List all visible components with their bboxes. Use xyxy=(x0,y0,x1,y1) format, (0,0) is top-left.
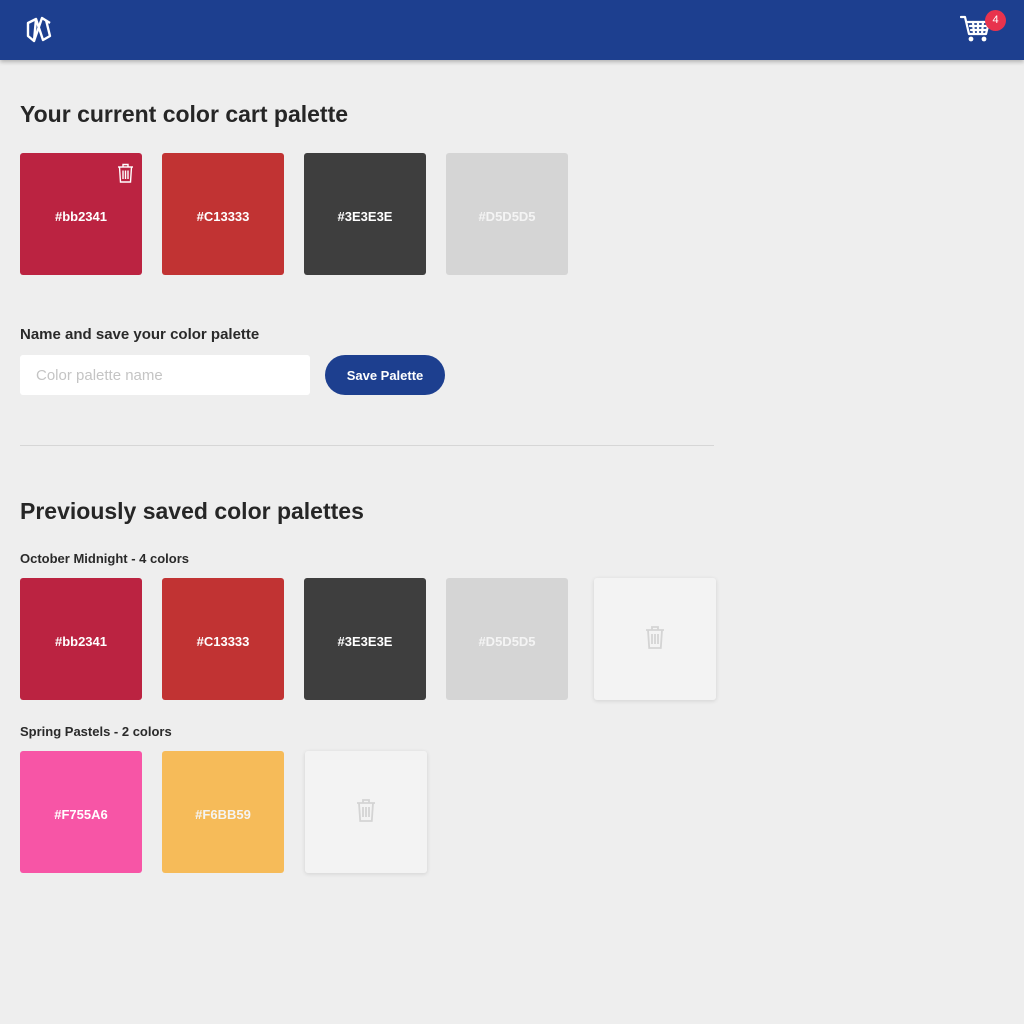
trash-icon[interactable] xyxy=(117,163,134,183)
swatch-hex-label: #D5D5D5 xyxy=(478,633,536,649)
color-swatch[interactable]: #3E3E3E xyxy=(304,578,426,700)
section-divider xyxy=(20,445,714,446)
delete-palette-button[interactable] xyxy=(594,578,716,700)
color-swatch[interactable]: #D5D5D5 xyxy=(446,578,568,700)
saved-palettes-heading: Previously saved color palettes xyxy=(20,498,364,524)
top-navigation-bar: 4 xyxy=(0,0,1024,60)
trash-icon xyxy=(645,625,665,654)
save-palette-label: Name and save your color palette xyxy=(20,326,260,343)
color-swatch[interactable]: #C13333 xyxy=(162,153,284,275)
color-swatch[interactable]: #F6BB59 xyxy=(162,751,284,873)
saved-palette-title: Spring Pastels - 2 colors xyxy=(20,724,172,739)
swatch-hex-label: #C13333 xyxy=(196,208,250,224)
color-swatch[interactable]: #bb2341 xyxy=(20,153,142,275)
swatch-hex-label: #D5D5D5 xyxy=(478,208,536,224)
color-swatch[interactable]: #C13333 xyxy=(162,578,284,700)
saved-palette-title: October Midnight - 4 colors xyxy=(20,551,190,566)
swatch-hex-label: #3E3E3E xyxy=(337,633,393,649)
logo-icon[interactable] xyxy=(23,14,55,46)
color-swatch[interactable]: #3E3E3E xyxy=(304,153,426,275)
color-swatch[interactable]: #bb2341 xyxy=(20,578,142,700)
swatch-hex-label: #bb2341 xyxy=(54,208,108,224)
save-palette-button[interactable]: Save Palette xyxy=(325,355,445,395)
palette-name-input[interactable] xyxy=(20,355,310,395)
delete-palette-button[interactable] xyxy=(305,751,427,873)
current-palette-heading: Your current color cart palette xyxy=(20,101,349,127)
swatch-hex-label: #3E3E3E xyxy=(337,208,393,224)
trash-icon xyxy=(356,798,376,827)
cart-count-badge: 4 xyxy=(985,10,1006,31)
swatch-hex-label: #F6BB59 xyxy=(195,806,251,822)
color-swatch[interactable]: #F755A6 xyxy=(20,751,142,873)
swatch-hex-label: #C13333 xyxy=(196,633,250,649)
swatch-hex-label: #bb2341 xyxy=(54,633,108,649)
swatch-hex-label: #F755A6 xyxy=(54,806,108,822)
color-swatch[interactable]: #D5D5D5 xyxy=(446,153,568,275)
